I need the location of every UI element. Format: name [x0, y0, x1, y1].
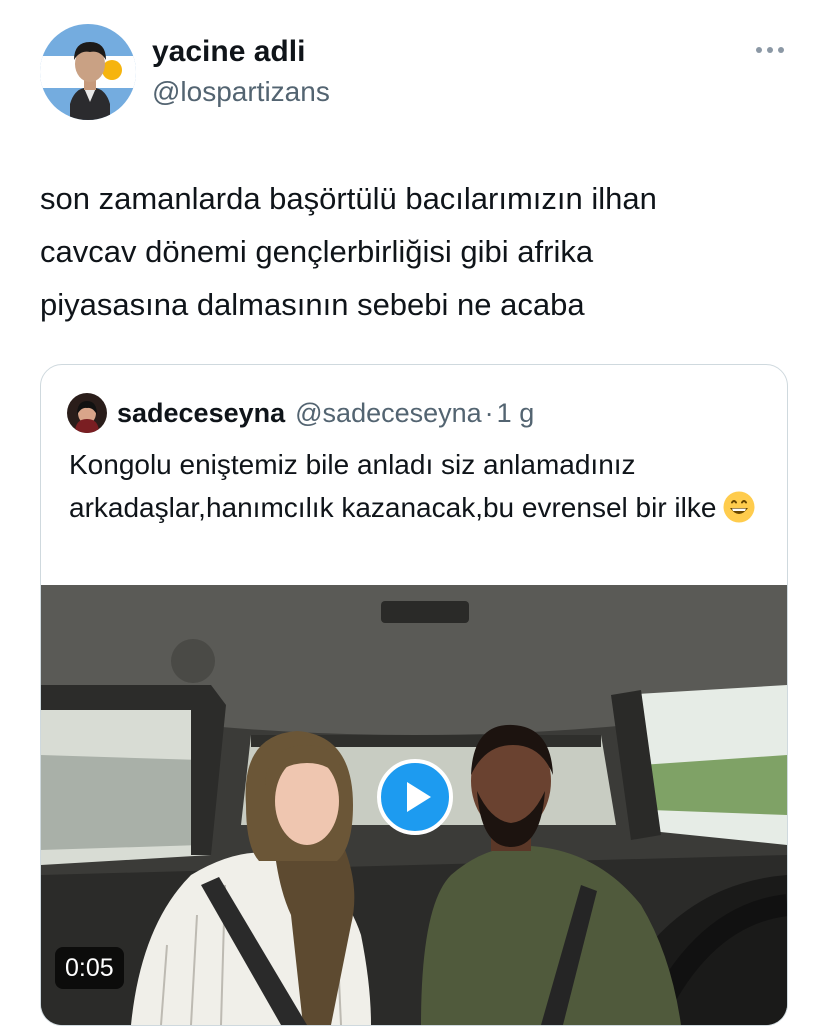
quoted-author-handle[interactable]: @sadeceseyna [295, 398, 482, 429]
quoted-tweet[interactable]: sadeceseyna @sadeceseyna · 1 g Kongolu e… [40, 364, 788, 1026]
play-icon [407, 782, 431, 812]
author-avatar[interactable] [40, 24, 136, 120]
author-info[interactable]: yacine adli @lospartizans [152, 34, 330, 110]
more-horizontal-icon[interactable] [756, 40, 784, 60]
quoted-author-avatar[interactable] [67, 393, 107, 433]
more-dot [778, 47, 784, 53]
quoted-tweet-text: Kongolu eniştemiz bile anladı siz anlama… [69, 449, 717, 523]
quoted-tweet-time[interactable]: 1 g [497, 398, 535, 429]
tweet-text: son zamanlarda başörtülü bacılarımızın i… [40, 181, 657, 322]
author-display-name[interactable]: yacine adli [152, 34, 330, 70]
play-button[interactable] [377, 759, 453, 835]
separator-dot: · [484, 397, 494, 428]
author-handle[interactable]: @lospartizans [152, 74, 330, 110]
quoted-tweet-header: sadeceseyna @sadeceseyna · 1 g [67, 393, 534, 433]
quoted-tweet-text-block: Kongolu eniştemiz bile anladı siz anlama… [69, 443, 769, 529]
video-player[interactable]: 0:05 [41, 585, 787, 1025]
video-duration: 0:05 [55, 947, 124, 989]
tweet: yacine adli @lospartizans son zamanlarda… [0, 0, 828, 1026]
grinning-face-emoji [722, 490, 756, 524]
more-dot [767, 47, 773, 53]
quoted-author-display-name[interactable]: sadeceseyna [117, 398, 285, 429]
more-dot [756, 47, 762, 53]
